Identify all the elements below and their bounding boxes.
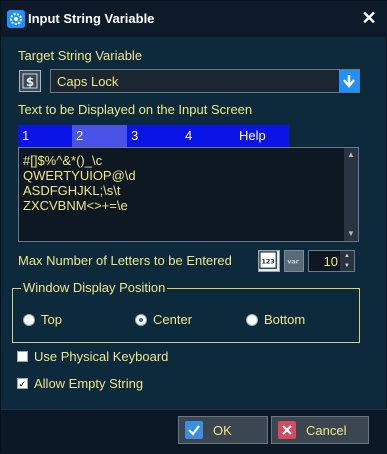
editor-scrollbar[interactable]: ▲ ▼ [344, 148, 358, 241]
radio-dot[interactable] [23, 313, 35, 326]
dialog-footer: OK Cancel [1, 409, 387, 454]
target-variable-label: Target String Variable [18, 48, 143, 63]
scroll-up-icon[interactable]: ▲ [344, 148, 358, 162]
tab-2[interactable]: 2 [72, 125, 127, 147]
radio-label-center: Center [153, 312, 193, 327]
dialog-window: Input String Variable ✕ Target String Va… [0, 0, 387, 454]
display-text-label: Text to be Displayed on the Input Screen [18, 102, 253, 117]
string-variable-icon[interactable]: $ [19, 70, 41, 92]
checkmark-icon[interactable]: ✓ [17, 378, 28, 389]
target-variable-value: Caps Lock [57, 74, 119, 89]
editor-line: #[]$%^&*()_\c [23, 153, 103, 168]
checkbox-unchecked[interactable] [17, 351, 28, 362]
chevron-down-icon[interactable] [339, 70, 359, 92]
number-123-icon[interactable]: 123 [258, 250, 280, 272]
svg-text:$: $ [26, 75, 34, 89]
editor-line: ZXCVBNM<>+=\e [23, 198, 128, 213]
cancel-button[interactable]: Cancel [271, 416, 369, 444]
svg-text:var: var [287, 259, 299, 266]
app-gear-icon [7, 10, 25, 28]
target-variable-select[interactable]: Caps Lock [50, 69, 360, 93]
physical-keyboard-checkbox[interactable]: Use Physical Keyboard [17, 349, 168, 364]
stepper-down-icon[interactable]: ▼ [340, 261, 354, 271]
radio-dot-checked[interactable] [135, 313, 147, 326]
max-letters-stepper[interactable]: 10 ▲ ▼ [308, 250, 355, 272]
stepper-buttons: ▲ ▼ [340, 251, 354, 271]
tab-4[interactable]: 4 [181, 125, 235, 147]
max-letters-label: Max Number of Letters to be Entered [18, 253, 232, 268]
radio-dot[interactable] [246, 313, 258, 326]
cancel-label: Cancel [306, 422, 347, 438]
window-position-group: Window Display Position Top Center Botto… [12, 280, 360, 343]
tab-1[interactable]: 1 [18, 125, 72, 147]
window-title: Input String Variable [28, 11, 155, 26]
allow-empty-checkbox[interactable]: ✓ Allow Empty String [17, 376, 143, 391]
radio-center[interactable]: Center [135, 312, 192, 327]
close-icon[interactable]: ✕ [358, 7, 380, 29]
ok-button[interactable]: OK [178, 416, 268, 444]
checkmark-icon [185, 421, 203, 439]
stepper-up-icon[interactable]: ▲ [340, 251, 354, 261]
svg-text:123: 123 [261, 259, 274, 266]
max-letters-value: 10 [323, 254, 338, 269]
tab-3[interactable]: 3 [127, 125, 181, 147]
radio-label-top: Top [41, 312, 62, 327]
ok-label: OK [213, 422, 232, 438]
editor-line: ASDFGHJKL;\s\t [23, 183, 121, 198]
radio-label-bottom: Bottom [264, 312, 306, 327]
physical-keyboard-label: Use Physical Keyboard [34, 349, 169, 364]
cross-icon [278, 421, 296, 439]
tab-help[interactable]: Help [235, 125, 289, 147]
display-text-editor[interactable]: #[]$%^&*()_\c QWERTYUIOP@\d ASDFGHJKL;\s… [18, 147, 359, 242]
editor-line: QWERTYUIOP@\d [23, 168, 136, 183]
scroll-down-icon[interactable]: ▼ [344, 227, 358, 241]
window-position-title: Window Display Position [21, 280, 168, 295]
var-icon[interactable]: var [284, 250, 304, 272]
title-bar: Input String Variable ✕ [1, 1, 387, 37]
radio-bottom[interactable]: Bottom [246, 312, 305, 327]
tab-bar: 1 2 3 4 Help [18, 125, 289, 147]
allow-empty-label: Allow Empty String [34, 376, 144, 391]
radio-top[interactable]: Top [23, 312, 62, 327]
